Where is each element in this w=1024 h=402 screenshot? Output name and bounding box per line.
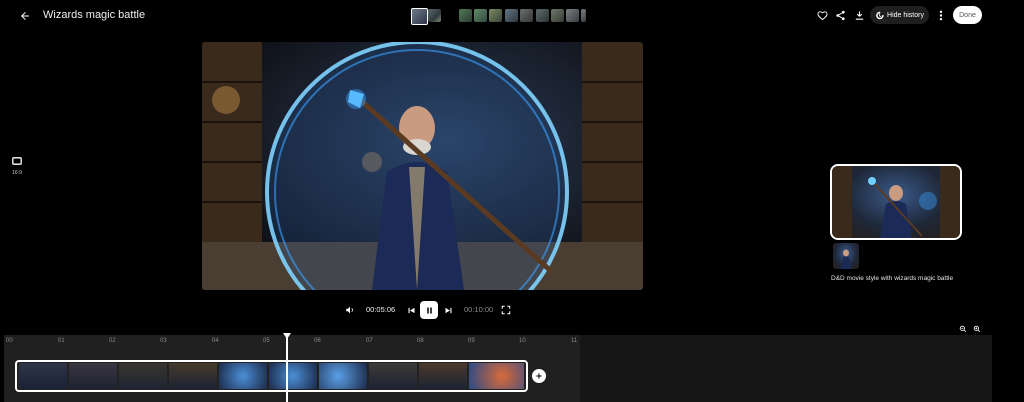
- thumbnail[interactable]: [566, 9, 579, 22]
- aspect-ratio-icon: [12, 157, 22, 165]
- share-icon: [835, 10, 845, 20]
- playhead-handle[interactable]: [283, 333, 291, 339]
- clip-frame[interactable]: [469, 363, 524, 389]
- plus-icon: [536, 373, 542, 379]
- clip-frame[interactable]: [69, 363, 117, 389]
- timeline-tick: 02: [109, 338, 116, 344]
- timeline-tick: 10: [519, 338, 526, 344]
- zoom-out-button[interactable]: [957, 323, 968, 334]
- clip-frame[interactable]: [269, 363, 317, 389]
- share-button[interactable]: [832, 7, 848, 23]
- timeline-tick: 04: [212, 338, 219, 344]
- skip-next-button[interactable]: [442, 303, 455, 317]
- page-title: Wizards magic battle: [43, 9, 146, 21]
- timeline-tick: 08: [417, 338, 424, 344]
- timeline-tick: 01: [58, 338, 65, 344]
- history-icon: [876, 11, 884, 19]
- timeline-playhead[interactable]: [286, 335, 288, 402]
- thumbnail[interactable]: [505, 9, 518, 22]
- back-button[interactable]: [16, 7, 34, 25]
- download-icon: [855, 10, 863, 20]
- aspect-ratio-label: 16:9: [12, 170, 22, 176]
- thumbnail[interactable]: [551, 9, 564, 22]
- favorite-button[interactable]: [814, 7, 830, 23]
- history-caption: D&D movie style with wizards magic battl…: [831, 275, 954, 282]
- skip-previous-button[interactable]: [405, 303, 418, 317]
- done-button[interactable]: Done: [953, 6, 982, 24]
- heart-icon: [816, 10, 828, 20]
- more-options-button[interactable]: [934, 7, 948, 23]
- thumbnail[interactable]: [474, 9, 487, 22]
- timeline-tick: 11: [571, 338, 578, 344]
- thumbnail[interactable]: [489, 9, 502, 22]
- history-small-image: [841, 249, 851, 269]
- skip-next-icon: [445, 307, 452, 313]
- clip-frame[interactable]: [119, 363, 167, 389]
- clip-frame[interactable]: [319, 363, 367, 389]
- timeline-tick: 03: [160, 338, 167, 344]
- clip-frame[interactable]: [219, 363, 267, 389]
- clip-frame[interactable]: [369, 363, 417, 389]
- add-clip-button[interactable]: [532, 369, 546, 383]
- clip-frame[interactable]: [419, 363, 467, 389]
- history-image: [832, 166, 960, 238]
- fullscreen-icon: [501, 305, 511, 315]
- download-button[interactable]: [851, 7, 867, 23]
- history-thumbnail-selected[interactable]: [830, 164, 962, 240]
- timeline-tick: 09: [468, 338, 475, 344]
- pause-button[interactable]: [420, 301, 438, 319]
- zoom-in-button[interactable]: [971, 323, 982, 334]
- thumbnail[interactable]: [428, 9, 441, 22]
- arrow-left-icon: [21, 12, 29, 20]
- timeline-tick: 06: [314, 338, 321, 344]
- video-preview[interactable]: [202, 42, 643, 290]
- timeline-tick: 07: [366, 338, 373, 344]
- pause-icon: [426, 307, 432, 313]
- skip-previous-icon: [408, 307, 415, 313]
- thumbnail[interactable]: [459, 9, 472, 22]
- video-frame-image: [202, 42, 643, 290]
- aspect-ratio-control[interactable]: 16:9: [9, 156, 25, 180]
- hide-history-button[interactable]: Hide history: [870, 6, 929, 24]
- volume-icon: [346, 306, 353, 314]
- thumbnail[interactable]: [536, 9, 549, 22]
- more-vertical-icon: [939, 10, 943, 20]
- zoom-out-icon: [959, 325, 966, 332]
- thumbnail[interactable]: [520, 9, 533, 22]
- volume-button[interactable]: [343, 303, 357, 317]
- clip-frame[interactable]: [169, 363, 217, 389]
- hide-history-label: Hide history: [887, 11, 924, 19]
- timeline-tick: 00: [6, 338, 13, 344]
- thumbnail[interactable]: [581, 9, 586, 22]
- fullscreen-button[interactable]: [499, 303, 513, 317]
- selected-thumbnail[interactable]: [411, 8, 428, 25]
- zoom-in-icon: [973, 325, 980, 332]
- total-time: 00:10:00: [464, 305, 494, 314]
- clip-frame[interactable]: [19, 363, 67, 389]
- timeline-tick: 05: [263, 338, 270, 344]
- current-time: 00:05:06: [366, 305, 396, 314]
- history-thumbnail-small[interactable]: [833, 243, 859, 269]
